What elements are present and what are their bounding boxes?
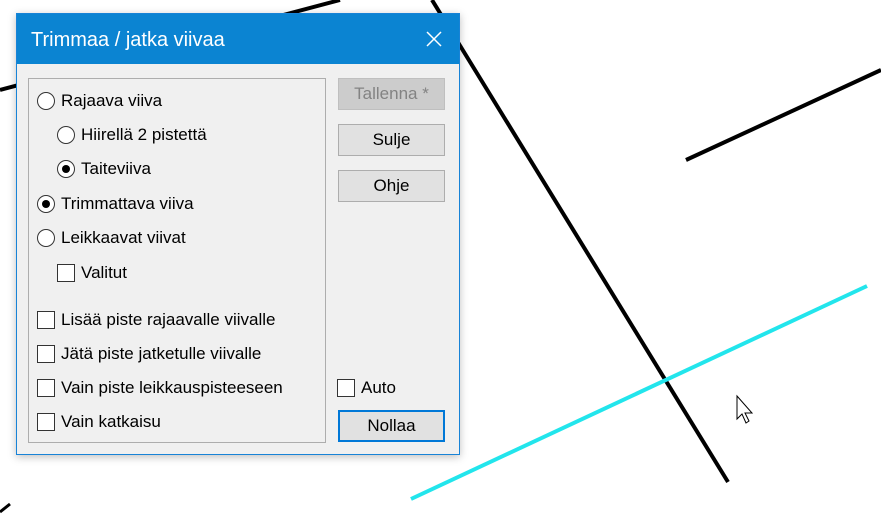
checkbox-lisaa-piste[interactable] — [37, 311, 55, 329]
option-taiteviiva[interactable]: Taiteviiva — [57, 158, 151, 180]
tallenna-button[interactable]: Tallenna * — [338, 78, 445, 110]
option-vain-katkaisu[interactable]: Vain katkaisu — [37, 411, 161, 433]
option-hiirella-2-pistetta[interactable]: Hiirellä 2 pistettä — [57, 124, 207, 146]
trim-line-cyan[interactable] — [410, 284, 868, 501]
option-rajaava-viiva[interactable]: Rajaava viiva — [37, 90, 162, 112]
dialog-titlebar[interactable]: Trimmaa / jatka viivaa — [17, 14, 459, 64]
option-vain-piste[interactable]: Vain piste leikkauspisteeseen — [37, 377, 283, 399]
radio-trimmattava-viiva[interactable] — [37, 195, 55, 213]
radio-hiirella-2-pistetta[interactable] — [57, 126, 75, 144]
option-jata-piste[interactable]: Jätä piste jatketulle viivalle — [37, 343, 261, 365]
option-lisaa-piste[interactable]: Lisää piste rajaavalle viivalle — [37, 309, 276, 331]
dialog-title: Trimmaa / jatka viivaa — [31, 29, 225, 51]
checkbox-vain-piste[interactable] — [37, 379, 55, 397]
option-trimmattava-viiva[interactable]: Trimmattava viiva — [37, 193, 194, 215]
radio-leikkaavat-viivat[interactable] — [37, 229, 55, 247]
mouse-cursor-icon — [736, 394, 754, 424]
option-auto[interactable]: Auto — [337, 377, 396, 399]
close-icon — [426, 31, 442, 47]
radio-taiteviiva[interactable] — [57, 160, 75, 178]
option-valitut[interactable]: Valitut — [57, 262, 127, 284]
checkbox-valitut[interactable] — [57, 264, 75, 282]
option-leikkaavat-viivat[interactable]: Leikkaavat viivat — [37, 227, 186, 249]
checkbox-jata-piste[interactable] — [37, 345, 55, 363]
checkbox-vain-katkaisu[interactable] — [37, 413, 55, 431]
sulje-button[interactable]: Sulje — [338, 124, 445, 156]
close-button[interactable] — [409, 14, 459, 64]
ohje-button[interactable]: Ohje — [338, 170, 445, 202]
drawing-line-fragment — [0, 502, 11, 514]
checkbox-auto[interactable] — [337, 379, 355, 397]
drawing-line-right[interactable] — [685, 68, 881, 162]
nollaa-button[interactable]: Nollaa — [338, 410, 445, 442]
drawing-line-diagonal[interactable] — [430, 0, 730, 484]
radio-rajaava-viiva[interactable] — [37, 92, 55, 110]
trim-extend-dialog: Trimmaa / jatka viivaa Rajaava viiva Hii… — [16, 13, 460, 455]
